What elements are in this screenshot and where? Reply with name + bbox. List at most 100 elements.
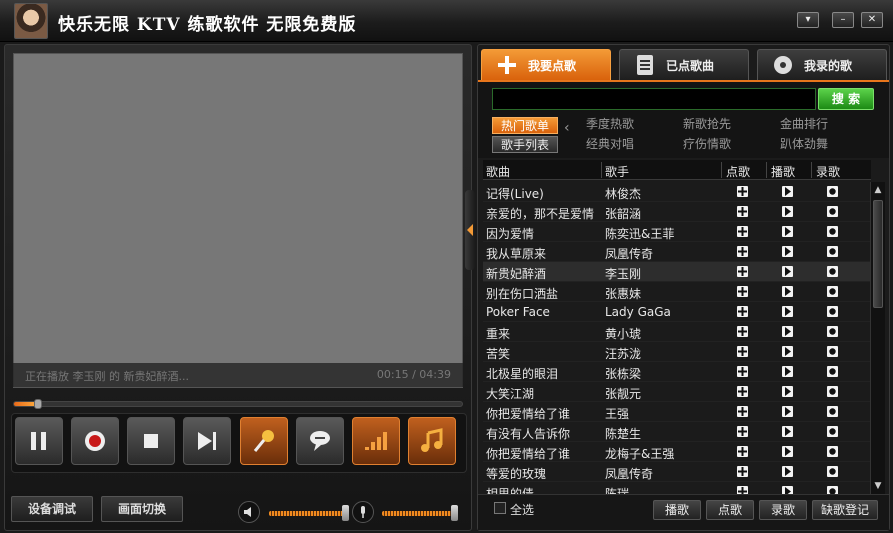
table-row[interactable]: 苦笑 汪苏泷	[483, 342, 871, 362]
play-icon[interactable]	[782, 446, 793, 457]
mic-volume-slider[interactable]	[382, 511, 458, 516]
scroll-thumb[interactable]	[873, 200, 883, 308]
table-row[interactable]: 你把爱情给了谁 王强	[483, 402, 871, 422]
record-dot-icon[interactable]	[827, 486, 838, 494]
table-row[interactable]: 你把爱情给了谁 龙梅子&王强	[483, 442, 871, 462]
play-icon[interactable]	[782, 306, 793, 317]
table-row[interactable]: 等爱的玫瑰 凤凰传奇	[483, 462, 871, 482]
add-icon[interactable]	[737, 206, 748, 217]
record-dot-icon[interactable]	[827, 466, 838, 477]
scroll-up-icon[interactable]: ▲	[873, 185, 883, 195]
speaker-icon[interactable]	[238, 501, 260, 523]
record-button[interactable]	[71, 417, 119, 465]
table-row[interactable]: Poker Face Lady GaGa	[483, 302, 871, 322]
add-icon[interactable]	[737, 446, 748, 457]
record-dot-icon[interactable]	[827, 286, 838, 297]
category-link[interactable]: 季度热歌	[586, 115, 634, 132]
category-link[interactable]: 趴体劲舞	[780, 135, 828, 152]
play-icon[interactable]	[782, 226, 793, 237]
microphone-volume-icon[interactable]	[352, 501, 374, 523]
add-icon[interactable]	[737, 346, 748, 357]
record-dot-icon[interactable]	[827, 406, 838, 417]
header-song[interactable]: 歌曲	[486, 163, 510, 180]
panel-collapse-handle[interactable]	[465, 190, 475, 270]
equalizer-button[interactable]	[352, 417, 400, 465]
table-row[interactable]: 新贵妃醉酒 李玉刚	[483, 262, 871, 282]
menu-button[interactable]: ▾	[797, 12, 819, 28]
record-dot-icon[interactable]	[827, 306, 838, 317]
music-volume-knob[interactable]	[342, 505, 349, 521]
add-icon[interactable]	[737, 426, 748, 437]
record-dot-icon[interactable]	[827, 386, 838, 397]
stop-button[interactable]	[127, 417, 175, 465]
table-row[interactable]: 北极星的眼泪 张栋梁	[483, 362, 871, 382]
music-volume-slider[interactable]	[269, 511, 349, 516]
record-dot-icon[interactable]	[827, 186, 838, 197]
record-dot-icon[interactable]	[827, 346, 838, 357]
record-dot-icon[interactable]	[827, 226, 838, 237]
category-link[interactable]: 金曲排行	[780, 115, 828, 132]
table-row[interactable]: 有没有人告诉你 陈楚生	[483, 422, 871, 442]
minimize-button[interactable]: –	[832, 12, 854, 28]
table-row[interactable]: 相思的债 陈瑞	[483, 482, 871, 494]
scrollbar[interactable]: ▲ ▼	[870, 182, 885, 494]
table-row[interactable]: 我从草原来 凤凰传奇	[483, 242, 871, 262]
table-row[interactable]: 大笑江湖 张靓元	[483, 382, 871, 402]
add-icon[interactable]	[737, 366, 748, 377]
add-icon[interactable]	[737, 226, 748, 237]
play-icon[interactable]	[782, 406, 793, 417]
record-dot-icon[interactable]	[827, 366, 838, 377]
search-input[interactable]	[492, 88, 816, 110]
play-icon[interactable]	[782, 486, 793, 494]
play-icon[interactable]	[782, 206, 793, 217]
play-icon[interactable]	[782, 426, 793, 437]
close-button[interactable]: ✕	[861, 12, 883, 28]
category-link[interactable]: 经典对唱	[586, 135, 634, 152]
play-icon[interactable]	[782, 186, 793, 197]
add-icon[interactable]	[737, 326, 748, 337]
category-link[interactable]: 新歌抢先	[683, 115, 731, 132]
screen-switch-button[interactable]: 画面切换	[101, 496, 183, 522]
play-icon[interactable]	[782, 346, 793, 357]
hot-playlist-button[interactable]: 热门歌单	[492, 117, 558, 134]
table-row[interactable]: 因为爱情 陈奕迅&王菲	[483, 222, 871, 242]
tab-my-recordings[interactable]: 我录的歌	[757, 49, 887, 80]
progress-bar[interactable]	[13, 399, 463, 409]
play-icon[interactable]	[782, 466, 793, 477]
category-link[interactable]: 疗伤情歌	[683, 135, 731, 152]
record-dot-icon[interactable]	[827, 266, 838, 277]
table-row[interactable]: 亲爱的，那不是爱情 张韶涵	[483, 202, 871, 222]
add-icon[interactable]	[737, 406, 748, 417]
record-dot-icon[interactable]	[827, 446, 838, 457]
progress-knob[interactable]	[34, 399, 43, 409]
record-dot-icon[interactable]	[827, 206, 838, 217]
play-icon[interactable]	[782, 286, 793, 297]
video-screen[interactable]	[13, 53, 463, 388]
pause-button[interactable]	[15, 417, 63, 465]
request-song-button[interactable]: 点歌	[706, 500, 754, 520]
scroll-down-icon[interactable]: ▼	[873, 481, 883, 491]
select-all-checkbox[interactable]	[494, 502, 506, 514]
add-icon[interactable]	[737, 466, 748, 477]
header-artist[interactable]: 歌手	[605, 163, 629, 180]
record-song-button[interactable]: 录歌	[759, 500, 807, 520]
microphone-button[interactable]	[240, 417, 288, 465]
music-button[interactable]	[408, 417, 456, 465]
add-icon[interactable]	[737, 286, 748, 297]
play-icon[interactable]	[782, 326, 793, 337]
next-button[interactable]	[183, 417, 231, 465]
device-debug-button[interactable]: 设备调试	[11, 496, 93, 522]
play-icon[interactable]	[782, 386, 793, 397]
lyrics-button[interactable]	[296, 417, 344, 465]
table-row[interactable]: 重来 黄小琥	[483, 322, 871, 342]
play-icon[interactable]	[782, 366, 793, 377]
record-dot-icon[interactable]	[827, 326, 838, 337]
artist-list-button[interactable]: 歌手列表	[492, 136, 558, 153]
add-icon[interactable]	[737, 246, 748, 257]
missing-song-register-button[interactable]: 缺歌登记	[812, 500, 878, 520]
record-dot-icon[interactable]	[827, 426, 838, 437]
tab-requested-songs[interactable]: 已点歌曲	[619, 49, 749, 80]
table-row[interactable]: 记得(Live) 林俊杰	[483, 182, 871, 202]
add-icon[interactable]	[737, 266, 748, 277]
mic-volume-knob[interactable]	[451, 505, 459, 521]
